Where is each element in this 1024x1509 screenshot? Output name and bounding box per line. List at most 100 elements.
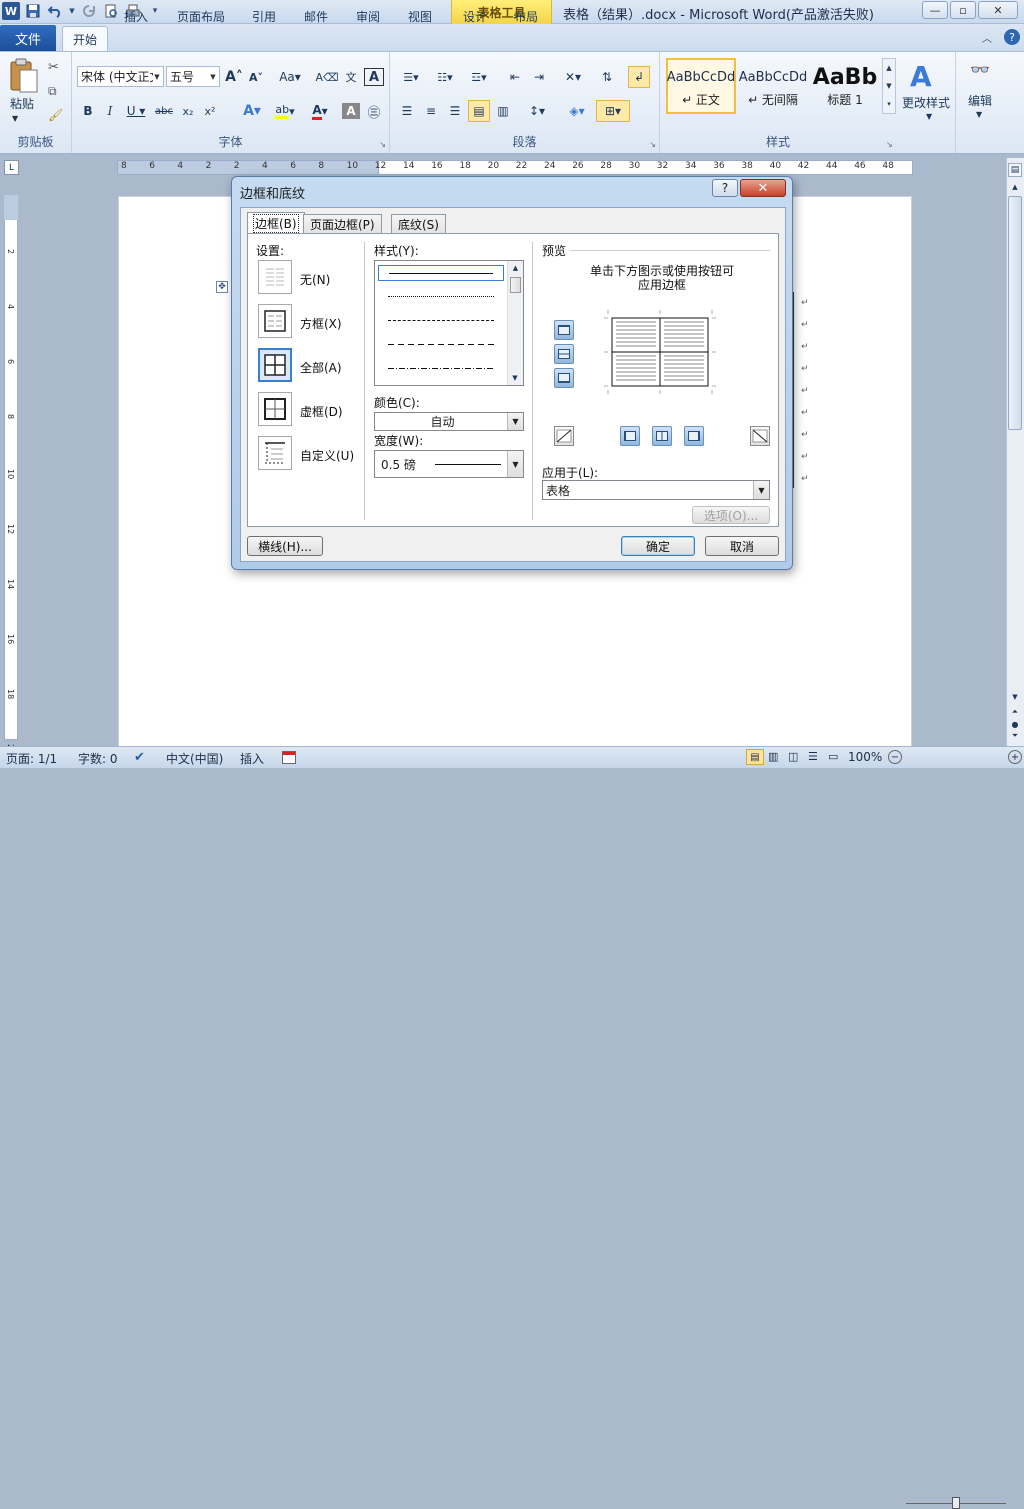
inside-vertical-border-button[interactable] xyxy=(652,426,672,446)
preview-diagram[interactable] xyxy=(604,308,716,396)
scroll-down-icon[interactable]: ▼ xyxy=(1008,690,1022,704)
setting-box-icon[interactable] xyxy=(258,304,292,338)
character-border-icon[interactable]: A xyxy=(364,68,384,86)
line-spacing-icon[interactable]: ↕▾ xyxy=(522,100,552,122)
increase-indent-icon[interactable]: ⇥ xyxy=(528,66,550,88)
multilevel-list-icon[interactable]: ☲▾ xyxy=(464,66,494,88)
distributed-icon[interactable]: ▥ xyxy=(492,100,514,122)
change-case-icon[interactable]: Aa▾ xyxy=(276,66,304,88)
tab-file[interactable]: 文件 xyxy=(0,25,56,51)
enclose-characters-icon[interactable]: ㊂ xyxy=(364,100,384,122)
align-right-icon[interactable]: ☰ xyxy=(444,100,466,122)
help-icon[interactable]: ? xyxy=(1004,29,1020,45)
horizontal-line-button[interactable]: 横线(H)... xyxy=(247,536,323,556)
setting-grid-icon[interactable] xyxy=(258,392,292,426)
font-name-combo[interactable]: 宋体 (中文正文▼ xyxy=(77,66,164,87)
redo-icon[interactable] xyxy=(80,2,98,20)
undo-icon[interactable] xyxy=(46,2,64,20)
left-border-button[interactable] xyxy=(620,426,640,446)
zoom-level[interactable]: 100% xyxy=(848,750,882,764)
character-shading-icon[interactable]: A xyxy=(342,103,360,119)
setting-custom-icon[interactable] xyxy=(258,436,292,470)
binoculars-icon[interactable]: 👓 xyxy=(970,60,990,79)
borders-icon[interactable]: ⊞▾ xyxy=(596,100,630,122)
minimize-button[interactable]: — xyxy=(922,1,948,19)
sort-icon[interactable]: ⇅ xyxy=(596,66,618,88)
zoom-out-icon[interactable]: − xyxy=(888,750,902,764)
diagonal-up-border-button[interactable] xyxy=(554,426,574,446)
tab-view[interactable]: 视图 xyxy=(398,4,442,28)
full-screen-reading-icon[interactable]: ▥ xyxy=(768,750,778,763)
setting-grid-label[interactable]: 虚框(D) xyxy=(300,403,343,420)
select-browse-object-icon[interactable]: ● xyxy=(1008,718,1022,730)
tab-table-design[interactable]: 设计 xyxy=(453,4,497,28)
clear-formatting-icon[interactable]: A⌫ xyxy=(315,66,338,88)
cut-icon[interactable]: ✂ xyxy=(48,60,59,75)
grow-font-icon[interactable]: A˄ xyxy=(224,66,244,88)
next-page-icon[interactable]: ⏷ xyxy=(1008,730,1022,742)
view-ruler-icon[interactable]: ▤ xyxy=(1008,163,1022,177)
setting-none-icon[interactable] xyxy=(258,260,292,294)
font-dialog-launcher-icon[interactable]: ↘ xyxy=(379,140,386,149)
zoom-slider-thumb[interactable] xyxy=(952,1497,960,1509)
scrollbar-thumb[interactable] xyxy=(510,277,521,293)
tab-mailings[interactable]: 邮件 xyxy=(294,4,338,28)
tab-selector-icon[interactable]: L xyxy=(4,160,19,175)
numbering-icon[interactable]: ☷▾ xyxy=(430,66,460,88)
inside-horizontal-border-button[interactable] xyxy=(554,344,574,364)
scrollbar-thumb[interactable] xyxy=(1008,196,1022,430)
tab-table-layout[interactable]: 布局 xyxy=(504,4,548,28)
setting-custom-label[interactable]: 自定义(U) xyxy=(300,447,354,464)
dialog-help-button[interactable]: ? xyxy=(712,179,738,197)
word-logo-icon[interactable]: W xyxy=(2,2,20,20)
top-border-button[interactable] xyxy=(554,320,574,340)
save-icon[interactable] xyxy=(24,2,42,20)
line-style-solid[interactable] xyxy=(378,265,504,281)
paragraph-dialog-launcher-icon[interactable]: ↘ xyxy=(649,140,656,149)
page-count[interactable]: 页面: 1/1 xyxy=(6,750,57,767)
styles-dialog-launcher-icon[interactable]: ↘ xyxy=(886,140,893,149)
setting-box-label[interactable]: 方框(X) xyxy=(300,315,342,332)
right-border-button[interactable] xyxy=(684,426,704,446)
restore-button[interactable]: ▫ xyxy=(950,1,976,19)
undo-dropdown-icon[interactable]: ▼ xyxy=(68,2,76,20)
chevron-down-icon[interactable]: ▼ xyxy=(976,110,982,119)
table-move-handle-icon[interactable]: ✥ xyxy=(216,281,228,293)
tab-insert[interactable]: 插入 xyxy=(114,4,158,28)
language-indicator[interactable]: 中文(中国) xyxy=(166,750,223,767)
chinese-layout-icon[interactable]: ✕▾ xyxy=(558,66,588,88)
dialog-close-button[interactable]: ✕ xyxy=(740,179,786,197)
macro-record-icon[interactable] xyxy=(282,751,296,764)
text-effects-icon[interactable]: A▾ xyxy=(238,100,266,122)
bottom-border-button[interactable] xyxy=(554,368,574,388)
ok-button[interactable]: 确定 xyxy=(621,536,695,556)
cancel-button[interactable]: 取消 xyxy=(705,536,779,556)
diagonal-down-border-button[interactable] xyxy=(750,426,770,446)
tab-review[interactable]: 审阅 xyxy=(346,4,390,28)
bold-icon[interactable]: B xyxy=(78,100,98,122)
style-no-spacing[interactable]: AaBbCcDd ↵ 无间隔 xyxy=(738,58,808,114)
setting-all-label[interactable]: 全部(A) xyxy=(300,359,342,376)
web-layout-icon[interactable]: ◫ xyxy=(788,750,798,763)
style-list-scrollbar[interactable]: ▲ ▼ xyxy=(507,261,523,385)
paste-dropdown-icon[interactable]: ▼ xyxy=(12,114,18,123)
phonetic-guide-icon[interactable]: 文 xyxy=(340,66,362,88)
line-style-dash-small[interactable] xyxy=(378,313,504,329)
line-style-dash-dot[interactable] xyxy=(378,361,504,377)
copy-icon[interactable]: ⧉ xyxy=(48,84,57,99)
format-painter-icon[interactable]: 🖌 xyxy=(48,108,63,122)
color-select[interactable]: 自动 ▼ xyxy=(374,412,524,431)
insert-mode-indicator[interactable]: 插入 xyxy=(240,750,264,767)
setting-all-icon[interactable] xyxy=(258,348,292,382)
tab-shading[interactable]: 底纹(S) xyxy=(391,214,446,234)
font-size-combo[interactable]: 五号 ▼ xyxy=(166,66,220,87)
align-center-icon[interactable]: ≡ xyxy=(420,100,442,122)
word-count[interactable]: 字数: 0 xyxy=(78,750,118,767)
strikethrough-icon[interactable]: abc xyxy=(152,100,176,122)
change-styles-icon[interactable]: A xyxy=(910,60,932,93)
paste-label[interactable]: 粘贴 xyxy=(10,95,34,112)
setting-none-label[interactable]: 无(N) xyxy=(300,271,330,288)
justify-icon[interactable]: ▤ xyxy=(468,100,490,122)
apply-to-select[interactable]: 表格 ▼ xyxy=(542,480,770,500)
outline-view-icon[interactable]: ☰ xyxy=(808,750,818,763)
